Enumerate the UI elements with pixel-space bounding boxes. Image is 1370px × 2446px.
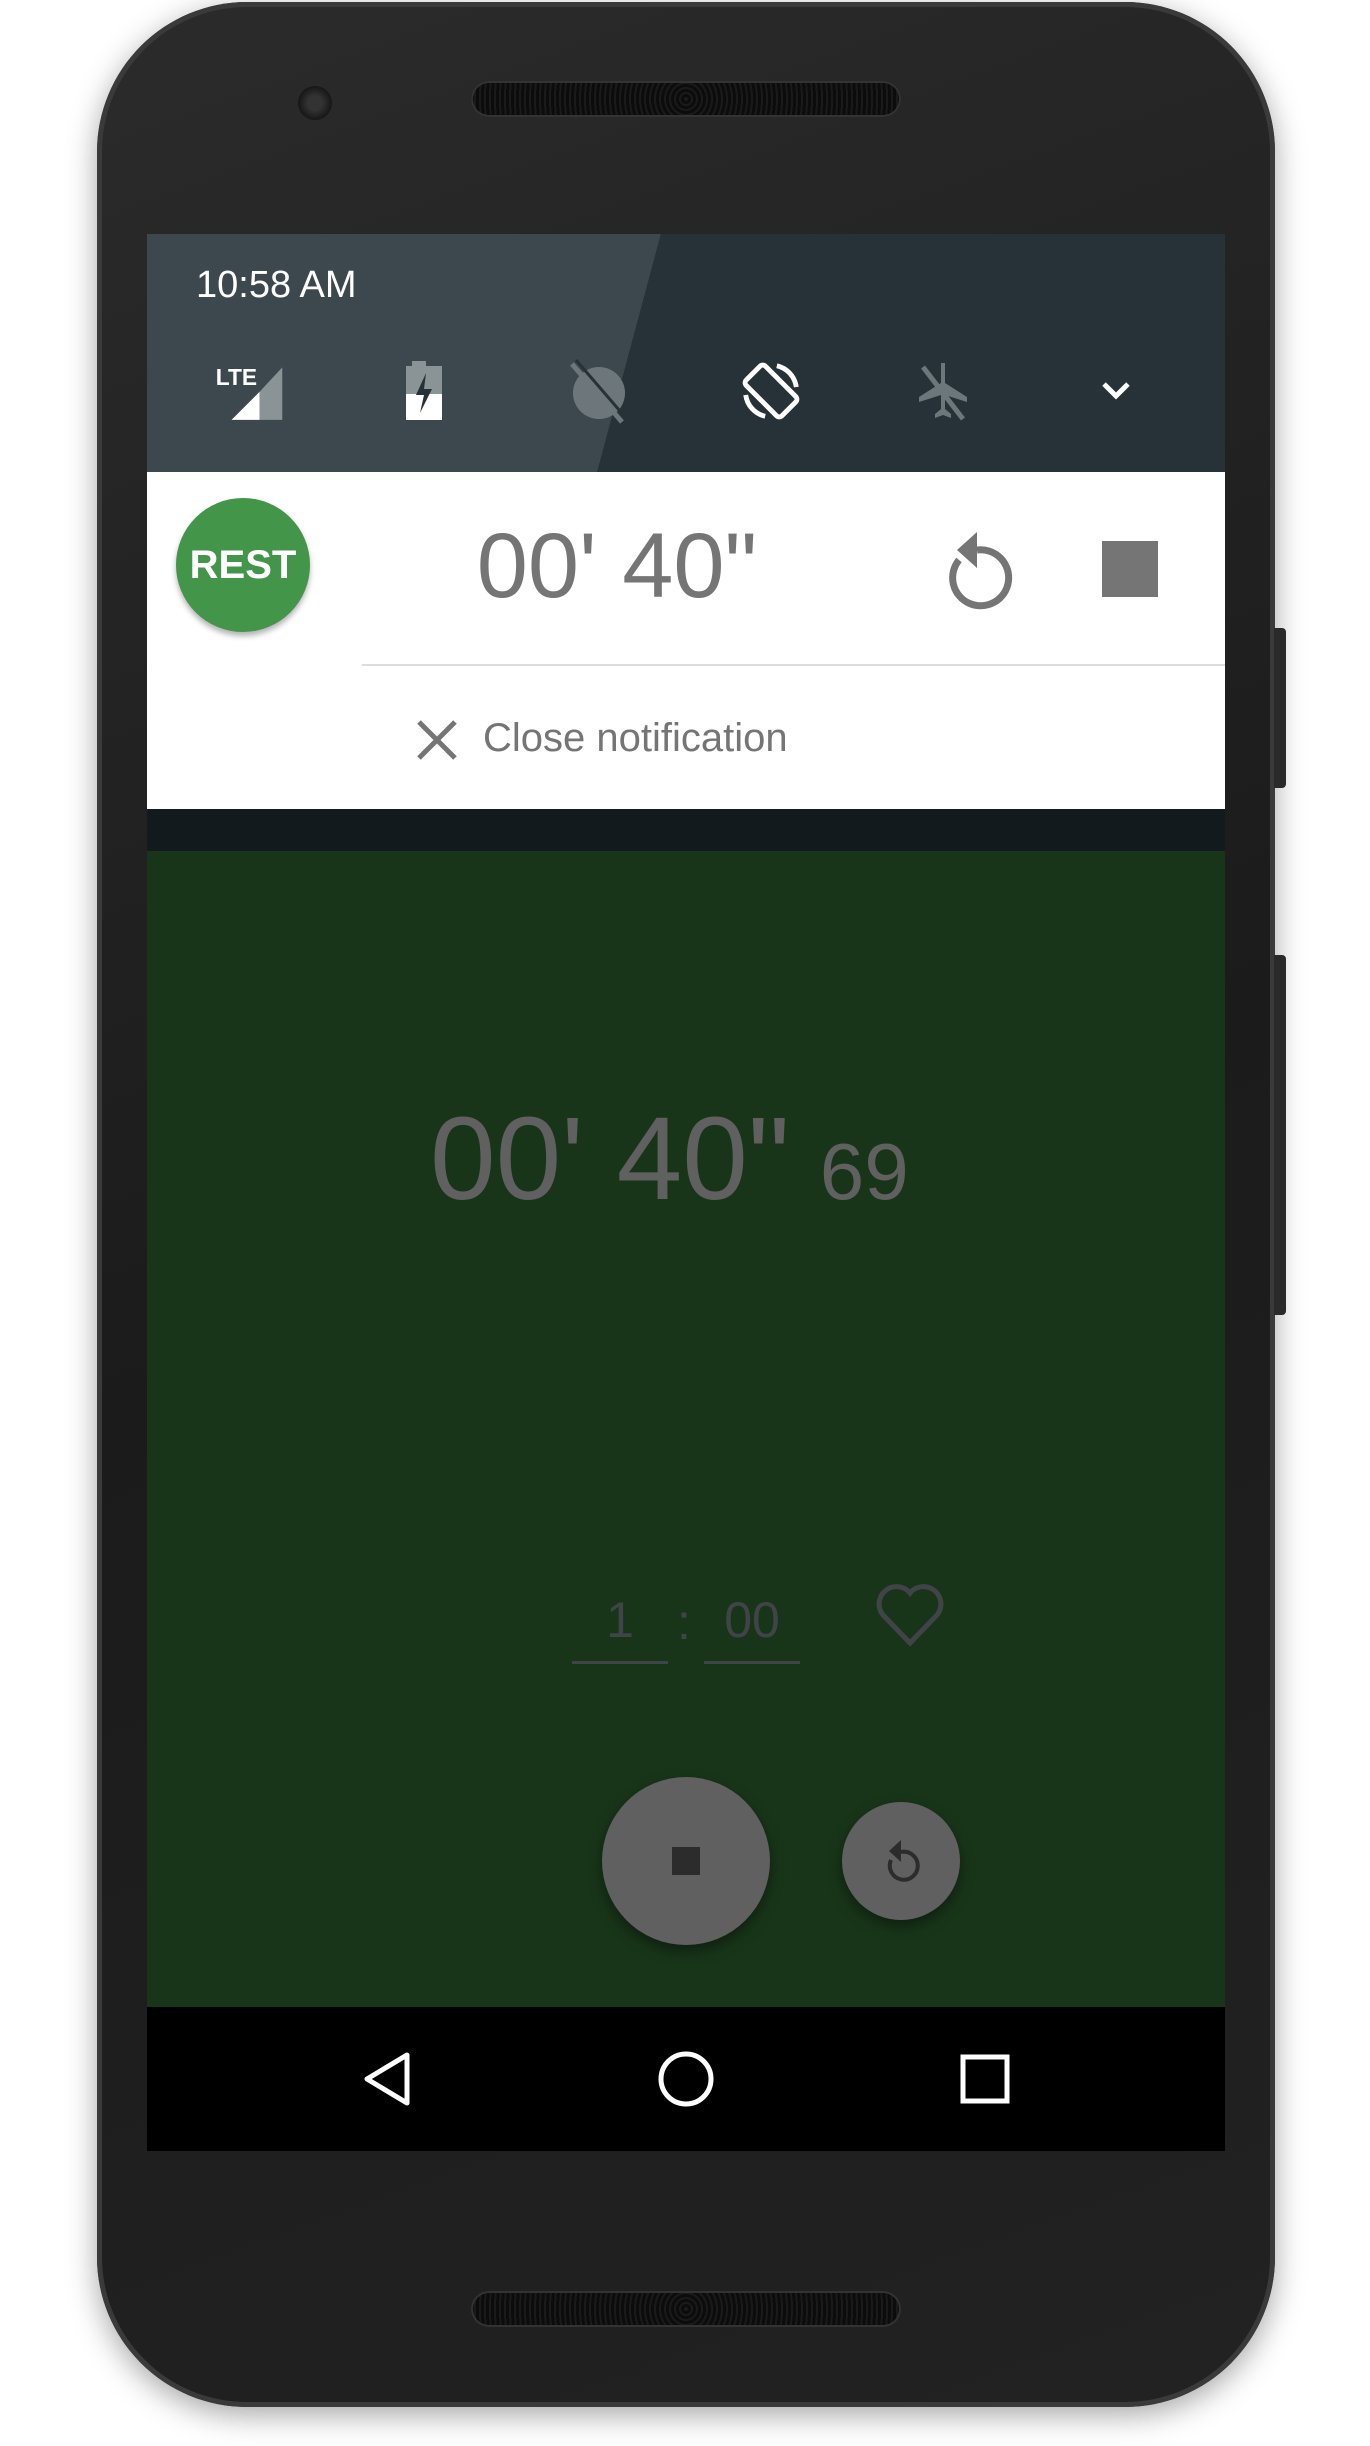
minutes-input[interactable]: 1 (572, 1591, 668, 1664)
home-icon (658, 2051, 714, 2107)
expand-chevron-icon[interactable] (1081, 356, 1151, 426)
close-notification-button[interactable] (415, 718, 459, 767)
stop-fab[interactable] (602, 1777, 770, 1945)
power-button (1274, 628, 1286, 788)
notification-reset-button[interactable] (937, 524, 1017, 619)
volume-button (1274, 955, 1286, 1315)
notification-stop-button[interactable] (1102, 541, 1158, 597)
timer-app: 00' 40" 69 1 : 00 (147, 851, 1225, 2007)
lte-signal-icon[interactable]: LTE (214, 356, 284, 426)
battery-charging-icon[interactable] (389, 356, 459, 426)
reset-fab[interactable] (842, 1802, 960, 1920)
time-separator: : (677, 1594, 691, 1650)
notification-divider (362, 664, 1225, 666)
heart-icon (876, 1584, 944, 1647)
app-bar-shadow (147, 809, 1225, 851)
back-button[interactable] (357, 2049, 417, 2109)
bottom-speaker (471, 2291, 901, 2327)
navigation-bar (147, 2007, 1225, 2151)
close-icon (417, 720, 457, 760)
lte-label: LTE (216, 364, 257, 390)
status-time: 10:58 AM (196, 264, 357, 306)
sync-off-icon[interactable] (562, 356, 632, 426)
reset-icon (949, 532, 1013, 610)
rest-badge: REST (176, 498, 310, 632)
reset-icon (887, 1840, 920, 1882)
quick-settings-panel: 10:58 AM LTE (147, 234, 1225, 472)
notification-time: 00' 40" (476, 515, 758, 617)
recents-button[interactable] (955, 2049, 1015, 2109)
front-camera (298, 86, 332, 120)
home-button[interactable] (656, 2049, 716, 2109)
stop-icon (672, 1847, 700, 1875)
favorite-button[interactable] (875, 1581, 945, 1652)
recents-icon (960, 2054, 1010, 2104)
auto-rotate-icon[interactable] (736, 356, 806, 426)
close-notification-label[interactable]: Close notification (483, 716, 788, 761)
seconds-input[interactable]: 00 (704, 1591, 800, 1664)
timer-ms: 69 (819, 1127, 909, 1216)
main-timer: 00' 40" 69 (430, 1091, 909, 1227)
airplane-mode-icon[interactable] (908, 356, 978, 426)
screen: 10:58 AM LTE REST 00' 40" Close notifica… (147, 234, 1225, 2151)
back-icon (364, 2052, 410, 2106)
timer-main: 00' 40" (430, 1093, 790, 1225)
top-speaker (471, 81, 901, 117)
